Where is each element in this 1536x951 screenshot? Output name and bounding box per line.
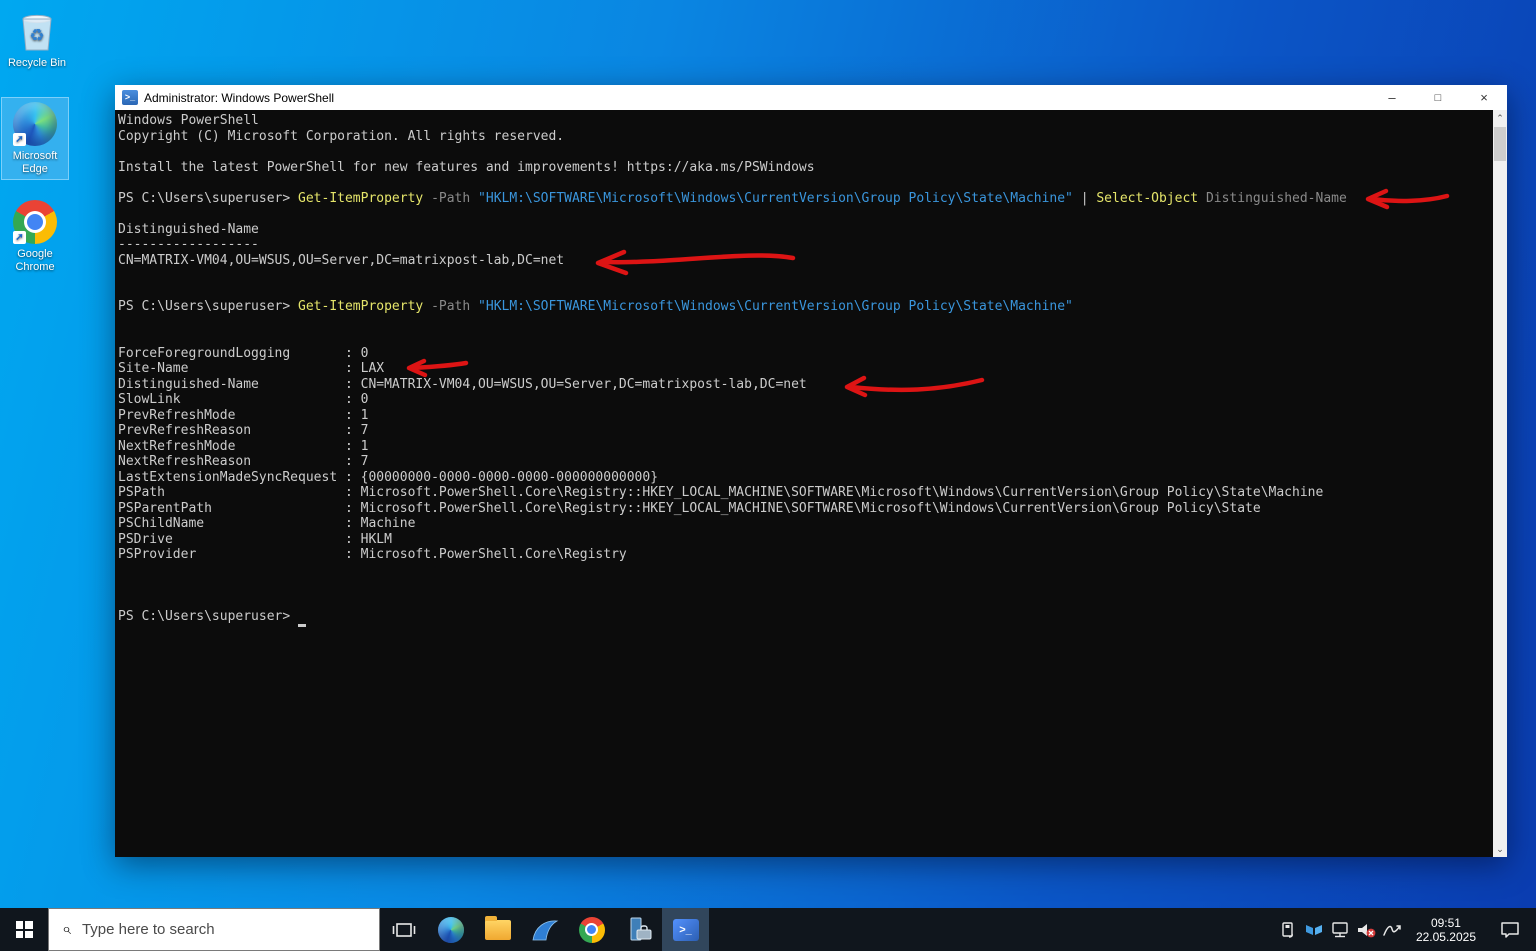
wireshark-icon: [532, 920, 558, 940]
desktop-icon-label: Recycle Bin: [7, 57, 67, 69]
desktop-icon-google-chrome[interactable]: ➚ Google Chrome: [2, 196, 68, 277]
powershell-window: >_ Administrator: Windows PowerShell – □…: [115, 85, 1507, 857]
console-scrollbar[interactable]: ⌃ ⌄: [1493, 110, 1507, 857]
taskbar-wireshark-button[interactable]: [521, 908, 568, 951]
desktop: ♻ Recycle Bin ➚ Microsoft Edge ➚ Google …: [0, 0, 1536, 951]
google-chrome-icon: ➚: [13, 200, 57, 244]
taskbar-file-explorer-button[interactable]: [474, 908, 521, 951]
desktop-icon-label: Microsoft Edge: [12, 150, 58, 175]
network-share-icon[interactable]: [1304, 919, 1324, 941]
microsoft-edge-icon: [437, 916, 464, 943]
search-placeholder: Type here to search: [81, 921, 215, 938]
scrollbar-thumb[interactable]: [1494, 127, 1506, 161]
scroll-down-icon[interactable]: ⌄: [1493, 842, 1507, 856]
search-icon: ⌕: [62, 920, 71, 938]
clock-date: 22.05.2025: [1415, 929, 1476, 944]
taskbar-edge-button[interactable]: [427, 908, 474, 951]
close-button[interactable]: ×: [1461, 85, 1507, 110]
notification-icon: [1501, 921, 1519, 938]
file-explorer-icon: [484, 915, 511, 940]
maximize-button[interactable]: □: [1415, 85, 1461, 110]
start-button[interactable]: [0, 908, 48, 951]
taskbar-chrome-button[interactable]: [568, 908, 615, 951]
desktop-icon-label: Google Chrome: [15, 248, 55, 273]
console-output[interactable]: Windows PowerShell Copyright (C) Microsof…: [115, 110, 1493, 857]
powershell-icon: >_: [122, 90, 138, 105]
taskbar-server-manager-button[interactable]: [615, 908, 662, 951]
task-view-button[interactable]: [380, 908, 427, 951]
taskbar: ⌕ Type here to search >_ 09:51 22.05.202…: [0, 908, 1536, 951]
recycle-bin-icon: ♻: [15, 9, 59, 53]
clock-time: 09:51: [1430, 915, 1461, 930]
windows-logo-icon: [15, 921, 33, 938]
server-manager-icon: [630, 917, 651, 940]
scroll-up-icon[interactable]: ⌃: [1493, 111, 1507, 125]
action-center-button[interactable]: [1490, 921, 1530, 939]
powershell-icon: >_: [672, 918, 699, 941]
shortcut-arrow-icon: ➚: [13, 231, 26, 244]
network-status-icon[interactable]: [1330, 919, 1350, 941]
ink-workspace-icon[interactable]: [1382, 919, 1402, 941]
window-titlebar[interactable]: >_ Administrator: Windows PowerShell – □…: [115, 85, 1507, 110]
desktop-icon-microsoft-edge[interactable]: ➚ Microsoft Edge: [1, 97, 69, 180]
minimize-button[interactable]: –: [1369, 85, 1415, 110]
shortcut-arrow-icon: ➚: [13, 133, 26, 146]
window-title: Administrator: Windows PowerShell: [144, 90, 335, 105]
desktop-icon-recycle-bin[interactable]: ♻ Recycle Bin: [4, 5, 70, 73]
microsoft-edge-icon: ➚: [13, 102, 57, 146]
task-view-icon: [392, 922, 415, 937]
svg-text:♻: ♻: [29, 26, 44, 45]
usb-device-icon[interactable]: [1278, 919, 1298, 941]
taskbar-search-input[interactable]: ⌕ Type here to search: [48, 908, 380, 951]
volume-muted-icon[interactable]: [1356, 919, 1376, 941]
google-chrome-icon: [578, 916, 605, 943]
taskbar-powershell-button[interactable]: >_: [662, 908, 709, 951]
taskbar-clock[interactable]: 09:51 22.05.2025: [1408, 916, 1484, 944]
